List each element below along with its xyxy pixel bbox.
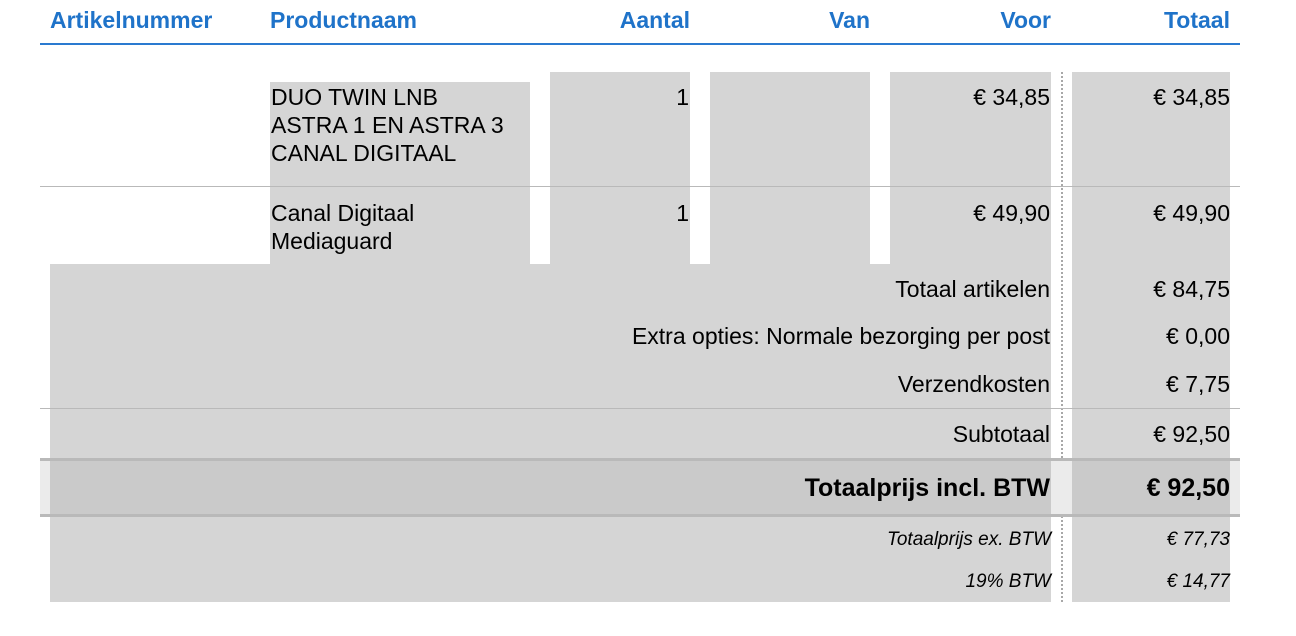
item-qty: 1 [676, 200, 689, 226]
item-name-line: ASTRA 1 EN ASTRA 3 [271, 112, 504, 138]
summary-articles-value: € 84,75 [1153, 276, 1230, 302]
grand-total-label: Totaalprijs incl. BTW [804, 474, 1050, 502]
vat-label: 19% BTW [965, 571, 1051, 592]
item-name-line: Mediaguard [271, 228, 393, 254]
ex-vat-label: Totaalprijs ex. BTW [886, 529, 1051, 550]
col-header-price: Voor [1000, 7, 1051, 33]
item-price: € 49,90 [973, 200, 1050, 226]
summary-shipping-value: € 7,75 [1166, 371, 1230, 397]
grand-total-value: € 92,50 [1146, 474, 1230, 502]
subtotal-divider [40, 408, 1240, 409]
item-total: € 34,85 [1153, 84, 1230, 110]
col-header-total: Totaal [1163, 7, 1230, 33]
item-name-line: Canal Digitaal [271, 200, 415, 226]
item-qty: 1 [676, 84, 689, 110]
col-header-sku: Artikelnummer [50, 7, 213, 33]
grand-total-top-border [40, 458, 1240, 461]
vat-value: € 14,77 [1166, 571, 1230, 592]
item-name-line: CANAL DIGITAAL [271, 140, 457, 166]
summary-subtotal-label: Subtotaal [952, 421, 1050, 447]
col-header-from: Van [829, 7, 870, 33]
item-price: € 34,85 [973, 84, 1050, 110]
grand-total-bottom-border [40, 514, 1240, 517]
col-header-name: Productnaam [270, 7, 417, 33]
summary-shipping-label: Verzendkosten [897, 371, 1050, 397]
col-header-qty: Aantal [619, 7, 690, 33]
item-total: € 49,90 [1153, 200, 1230, 226]
summary-articles-label: Totaal artikelen [895, 276, 1050, 302]
header-underline [40, 43, 1240, 45]
item-name-line: DUO TWIN LNB [271, 84, 438, 110]
column-separator [1061, 72, 1063, 602]
summary-options-value: € 0,00 [1166, 323, 1230, 349]
from-column-bg [710, 72, 870, 264]
summary-options-label: Extra opties: Normale bezorging per post [631, 323, 1050, 349]
ex-vat-value: € 77,73 [1166, 529, 1230, 550]
row-divider [40, 186, 1240, 187]
summary-subtotal-value: € 92,50 [1153, 421, 1230, 447]
